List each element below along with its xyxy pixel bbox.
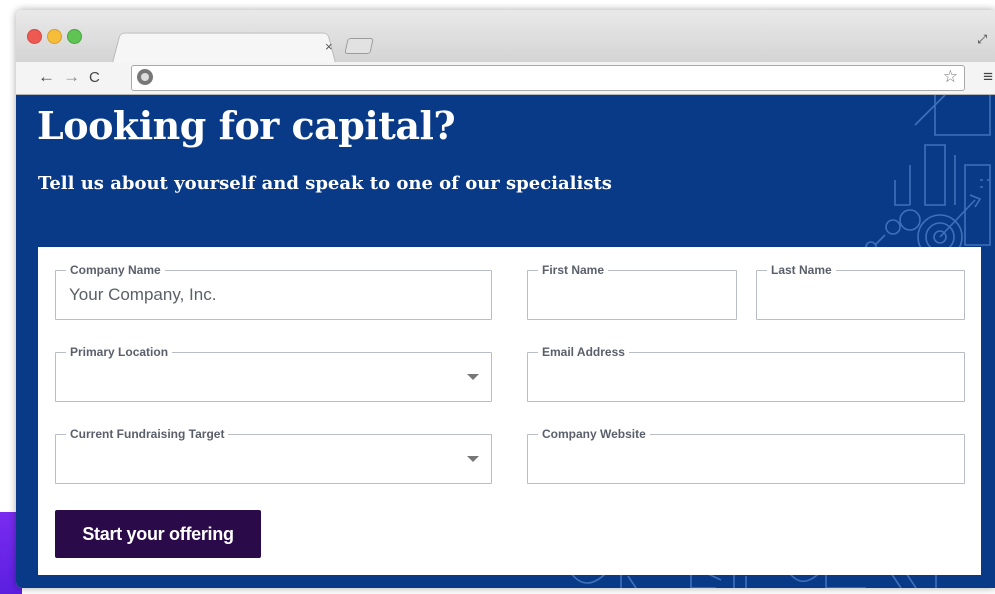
page-title: Looking for capital? [37,103,456,148]
browser-titlebar: × ⤢ [16,10,995,63]
forward-button[interactable]: → [63,67,80,87]
signup-form: Company Name Your Company, Inc. First Na… [38,247,981,575]
company-name-field[interactable]: Company Name Your Company, Inc. [55,263,492,320]
fundraising-target-select[interactable]: Current Fundraising Target [55,427,492,484]
primary-location-select[interactable]: Primary Location [55,345,492,402]
decorative-illustration [865,95,991,255]
browser-toolbar: ← → C ☆ ≡ [16,62,995,95]
last-name-label: Last Name [767,263,836,277]
browser-tab[interactable] [112,32,336,63]
fundraising-target-label: Current Fundraising Target [66,427,229,441]
close-window-button[interactable] [27,29,42,44]
address-bar[interactable]: ☆ [131,65,965,91]
email-field[interactable]: Email Address [527,345,965,402]
browser-window: × ⤢ ← → C ☆ ≡ Looking for capital? Tell … [16,10,995,588]
menu-icon[interactable]: ≡ [983,67,993,87]
page-content: Looking for capital? Tell us about yours… [16,95,995,588]
new-tab-button[interactable] [344,38,374,54]
reload-button[interactable]: C [89,69,100,86]
company-name-value: Your Company, Inc. [69,285,217,304]
maximize-window-button[interactable] [67,29,82,44]
first-name-field[interactable]: First Name [527,263,737,320]
globe-icon [137,69,153,85]
start-offering-button[interactable]: Start your offering [55,510,261,558]
minimize-window-button[interactable] [47,29,62,44]
company-website-label: Company Website [538,427,650,441]
fullscreen-icon[interactable]: ⤢ [977,32,987,47]
first-name-label: First Name [538,263,609,277]
company-name-label: Company Name [66,263,165,277]
tab-close-icon[interactable]: × [325,39,333,54]
back-button[interactable]: ← [38,67,55,87]
chevron-down-icon [467,374,479,380]
primary-location-label: Primary Location [66,345,173,359]
last-name-field[interactable]: Last Name [756,263,965,320]
page-subtitle: Tell us about yourself and speak to one … [38,173,612,194]
star-icon[interactable]: ☆ [943,67,958,87]
email-label: Email Address [538,345,629,359]
chevron-down-icon [467,456,479,462]
company-website-field[interactable]: Company Website [527,427,965,484]
